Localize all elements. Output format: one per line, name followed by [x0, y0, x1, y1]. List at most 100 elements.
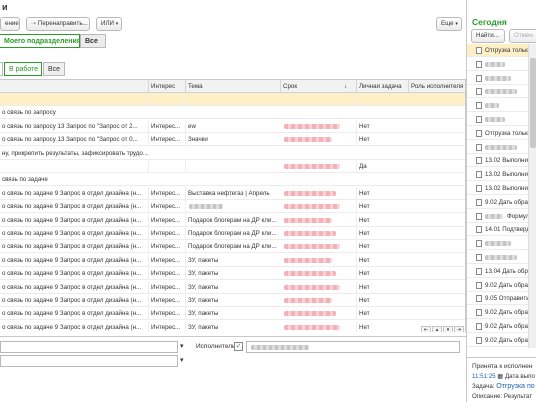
table-row[interactable]: о связь по задаче 9 Запрос в отдел дизай… — [0, 307, 465, 321]
tab-all-divisions-label: Все — [85, 38, 98, 45]
today-list-item[interactable]: 13.02 Выполнить р — [467, 182, 529, 195]
today-list-item[interactable] — [467, 58, 529, 71]
table-row[interactable]: о связь по задаче 9 Запрос в отдел дизай… — [0, 253, 465, 267]
table-row[interactable]: о связь по задаче 9 Запрос в отдел дизай… — [0, 213, 465, 227]
nav-up-icon[interactable]: ▴ — [432, 326, 442, 332]
detail-time[interactable]: 11:51:25 — [472, 373, 496, 380]
cancel-search-label: Отмен — [514, 32, 533, 39]
table-row[interactable]: о связь по запросу 13 Запрос по "Запрос … — [0, 119, 465, 133]
executor-checkbox[interactable]: ✓ — [234, 342, 243, 351]
column-header-interest[interactable]: Интерес — [148, 80, 185, 93]
table-row[interactable]: о связь по задаче 9 Запрос в отдел дизай… — [0, 280, 465, 294]
nav-first-icon[interactable]: ⇤ — [421, 326, 431, 332]
detail-task-link[interactable]: Отгрузка по — [496, 383, 534, 390]
detail-divider — [467, 357, 536, 358]
item-redacted — [485, 117, 505, 122]
executor-field[interactable] — [246, 341, 460, 353]
today-list-item-label: 9.05 Отправить мак — [485, 295, 529, 303]
table-row[interactable]: о связь по задаче 9 Запрос в отдел дизай… — [0, 320, 465, 332]
toolbar-button-1[interactable]: ение — [0, 17, 20, 31]
table-row[interactable]: о связь по запросу 13 Запрос по "Запрос … — [0, 133, 465, 147]
table-row[interactable]: Да — [0, 160, 465, 173]
column-header-personal-task[interactable]: Личная задача — [356, 80, 408, 93]
today-list-item[interactable]: 9.02 Дать обратну — [467, 334, 529, 347]
table-row[interactable]: о связь по задаче 9 Запрос в отдел дизай… — [0, 200, 465, 214]
table-row[interactable]: о связь по задаче 9 Запрос в отдел дизай… — [0, 227, 465, 240]
redirect-button-label: Перенаправить... — [37, 20, 88, 27]
column-header-executor-role[interactable]: Роль исполнителя — [408, 80, 465, 93]
cell-c5: Да — [356, 160, 408, 173]
column-header-deadline[interactable]: Срок — [280, 80, 342, 93]
more-button[interactable]: Еще ▾ — [436, 17, 462, 31]
document-icon — [476, 129, 482, 137]
nav-last-icon[interactable]: ⇥ — [454, 326, 464, 332]
cell-c0: о связь по задаче 9 Запрос в отдел дизай… — [2, 256, 142, 264]
today-list-item[interactable]: 9.02 Дать обратну — [467, 279, 529, 292]
cell-c0: о связь по запросу 13 Запрос по "Запрос … — [2, 122, 138, 130]
today-list-item[interactable]: 9.02 Дать обратну — [467, 320, 529, 333]
today-list-item[interactable]: 9.02 Дать обратну — [467, 196, 529, 209]
today-list-item[interactable]: 13.04 Дать обратну — [467, 265, 529, 278]
or-dropdown-button[interactable]: ИЛИ ▾ — [96, 17, 122, 31]
cell-c5: Нет — [356, 186, 408, 200]
today-list-item[interactable] — [467, 85, 529, 99]
today-list-scrollbar[interactable] — [528, 44, 536, 348]
filter-field-1-dropdown-icon[interactable]: ▾ — [180, 342, 184, 350]
toolbar-button-1-label: ение — [5, 20, 19, 27]
today-list-item[interactable]: 9.05 Отправить мак — [467, 292, 529, 306]
find-button[interactable]: Найти... — [471, 29, 505, 43]
today-list-item[interactable] — [467, 113, 529, 126]
tab-all-divisions[interactable]: Все — [80, 34, 106, 48]
today-list-item[interactable]: 14.01 Подтвердить — [467, 223, 529, 237]
table-row[interactable]: о связь по задаче 9 Запрос в отдел дизай… — [0, 294, 465, 307]
document-icon — [476, 226, 482, 234]
document-icon — [476, 254, 482, 261]
cell-c5: Нет — [356, 307, 408, 321]
filter-field-2-dropdown-icon[interactable]: ▾ — [180, 356, 184, 364]
cell-c5: Нет — [356, 213, 408, 227]
group-row[interactable]: связь по задаче — [0, 173, 465, 187]
group-row[interactable]: о связь по запросу — [0, 106, 465, 120]
cancel-search-button[interactable]: Отмен — [509, 29, 536, 43]
today-list-item[interactable]: Формула — [467, 210, 529, 223]
table-row[interactable]: о связь по задаче 9 Запрос в отдел дизай… — [0, 240, 465, 254]
tab-in-work[interactable]: В работе — [4, 62, 42, 76]
sort-arrow-icon[interactable]: ↓ — [342, 80, 356, 93]
today-list-item[interactable] — [467, 99, 529, 113]
today-list[interactable]: Отгрузка только по Отгрузка только по 13.0… — [467, 44, 529, 354]
today-list-item[interactable]: 9.02 Дать обратну — [467, 306, 529, 320]
redirect-icon: ⇢ — [31, 20, 38, 27]
tab-my-division[interactable]: Моего подразделения — [0, 34, 81, 48]
today-title: Сегодня — [472, 17, 507, 27]
tasks-table[interactable]: Интерес Тема Срок ↓ Личная задача Роль и… — [0, 79, 466, 332]
cell-c5: Нет — [356, 320, 408, 332]
deadline-redacted — [284, 324, 340, 330]
today-list-item-label: 9.02 Дать обратну — [485, 198, 529, 206]
cell-c5: Нет — [356, 280, 408, 294]
detail-task-label: Задача: — [472, 383, 495, 390]
column-header-topic[interactable]: Тема — [185, 80, 280, 93]
tab-my-division-label: Моего подразделения — [4, 38, 81, 45]
item-redacted — [485, 89, 517, 95]
table-row[interactable]: о связь по задаче 9 Запрос в отдел дизай… — [0, 186, 465, 200]
tab-all-tasks[interactable]: Все — [43, 62, 65, 76]
nav-down-icon[interactable]: ▾ — [443, 326, 453, 332]
today-list-item[interactable]: 13.02 Выполнить р — [467, 168, 529, 182]
today-list-item[interactable] — [467, 251, 529, 264]
today-list-item[interactable] — [467, 141, 529, 154]
today-list-item[interactable]: 13.02 Выполнить р — [467, 154, 529, 168]
table-row[interactable]: о связь по задаче 9 Запрос в отдел дизай… — [0, 267, 465, 281]
column-header-task[interactable] — [0, 80, 148, 93]
today-list-item[interactable] — [467, 72, 529, 85]
group-row[interactable]: ну, прикрепить результаты, зафиксировать… — [0, 147, 465, 160]
today-list-item[interactable] — [467, 237, 529, 251]
filter-field-1[interactable] — [0, 341, 178, 353]
scrollbar-thumb[interactable] — [530, 58, 536, 148]
today-list-item[interactable]: Отгрузка только по — [467, 127, 529, 140]
redirect-button[interactable]: ⇢ Перенаправить... — [26, 17, 90, 31]
filter-field-2[interactable] — [0, 355, 178, 367]
today-list-item-label: 9.02 Дать обратну — [485, 309, 529, 317]
table-row[interactable] — [0, 93, 465, 106]
document-icon — [476, 60, 482, 68]
today-list-item[interactable]: Отгрузка только по — [467, 44, 529, 57]
